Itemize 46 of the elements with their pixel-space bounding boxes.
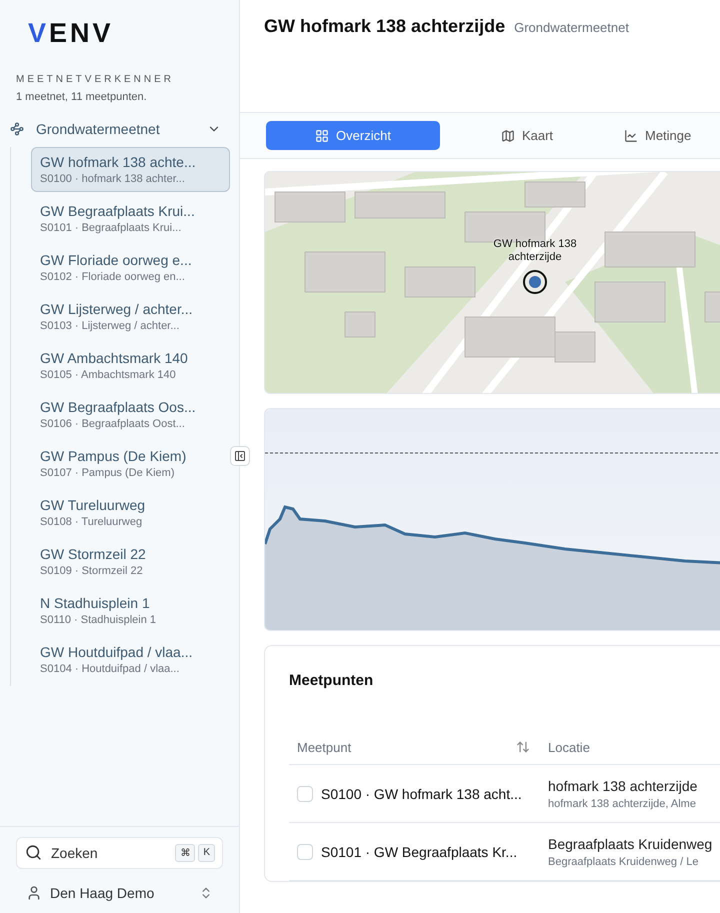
- row-checkbox[interactable]: [297, 844, 313, 860]
- account-switcher[interactable]: Den Haag Demo: [16, 885, 223, 901]
- grid-icon: [315, 128, 330, 142]
- network-icon: [10, 122, 24, 136]
- column-header: Locatie: [547, 740, 590, 755]
- location-address: Begraafplaats Kruidenweg / Le: [548, 856, 700, 868]
- card-title: Meetpunten: [289, 672, 374, 689]
- tab[interactable]: Kaart: [440, 121, 614, 150]
- sidebar-item[interactable]: GW hofmark 138 achte... S0100 · hofmark 138 achter...: [31, 147, 230, 192]
- sidebar-item[interactable]: N Stadhuisplein 1 S0110 · Stadhuisplein 1: [31, 588, 230, 633]
- location-address: hofmark 138 achterzijde, Alme: [548, 798, 697, 810]
- table-cell: S0100 · GW hofmark 138 acht...: [321, 786, 522, 802]
- line-chart-icon: [624, 128, 638, 142]
- sort-icon[interactable]: [516, 740, 530, 754]
- map-view[interactable]: GW hofmark 138 achterzijde: [264, 171, 720, 394]
- tab[interactable]: Metinge: [614, 121, 702, 150]
- sidebar-item[interactable]: GW Tureluurweg S0108 · Tureluurweg: [31, 490, 230, 535]
- page-title: GW hofmark 138 achterzijde: [264, 16, 506, 37]
- page-subtitle: Grondwatermeetnet: [514, 20, 629, 35]
- location-name: hofmark 138 achterzijde: [548, 778, 698, 794]
- user-icon: [26, 885, 42, 901]
- marker-label: GW hofmark 138 achterzijde: [492, 238, 578, 264]
- sidebar-item[interactable]: GW Ambachtsmark 140 S0105 · Ambachtsmark 140: [31, 343, 230, 388]
- row-checkbox[interactable]: [297, 786, 313, 802]
- location-name: Begraafplaats Kruidenweg: [548, 836, 712, 852]
- sidebar-item[interactable]: GW Floriade oorweg e... S0102 · Floriade oorweg en...: [31, 245, 230, 290]
- map-icon: [500, 128, 515, 142]
- sidebar-item[interactable]: GW Houtduifpad / vlaa... S0104 · Houtduifpad / vlaa...: [31, 637, 230, 682]
- search-icon: [25, 844, 42, 861]
- collapse-sidebar-button[interactable]: [230, 446, 250, 466]
- sidebar-item[interactable]: GW Lijsterweg / achter... S0103 · Lijsterweg / achter...: [31, 294, 230, 339]
- shortcut-key: ⌘: [175, 844, 196, 862]
- section-title: MEETNETVERKENNER: [15, 73, 176, 85]
- sidebar-item[interactable]: GW Stormzeil 22 S0109 · Stormzeil 22: [31, 539, 230, 584]
- sidebar-item[interactable]: GW Begraafplaats Krui... S0101 · Begraafplaats Krui...: [31, 196, 230, 241]
- sidebar-item[interactable]: GW Pampus (De Kiem) S0107 · Pampus (De Kiem): [31, 441, 230, 486]
- tab[interactable]: Overzicht: [266, 121, 440, 150]
- summary-text: 1 meetnet, 11 meetpunten.: [15, 90, 148, 103]
- group-label: Grondwatermeetnet: [36, 121, 161, 137]
- group-row[interactable]: Grondwatermeetnet: [0, 103, 239, 137]
- column-header[interactable]: Meetpunt: [297, 740, 352, 755]
- table-cell: S0101 · GW Begraafplaats Kr...: [321, 844, 518, 860]
- sidebar-item[interactable]: GW Begraafplaats Oos... S0106 · Begraafplaats Oost...: [31, 392, 230, 437]
- shortcut-key: K: [198, 844, 215, 862]
- logo: VENV: [27, 17, 115, 50]
- panel-collapse-icon: [234, 450, 246, 462]
